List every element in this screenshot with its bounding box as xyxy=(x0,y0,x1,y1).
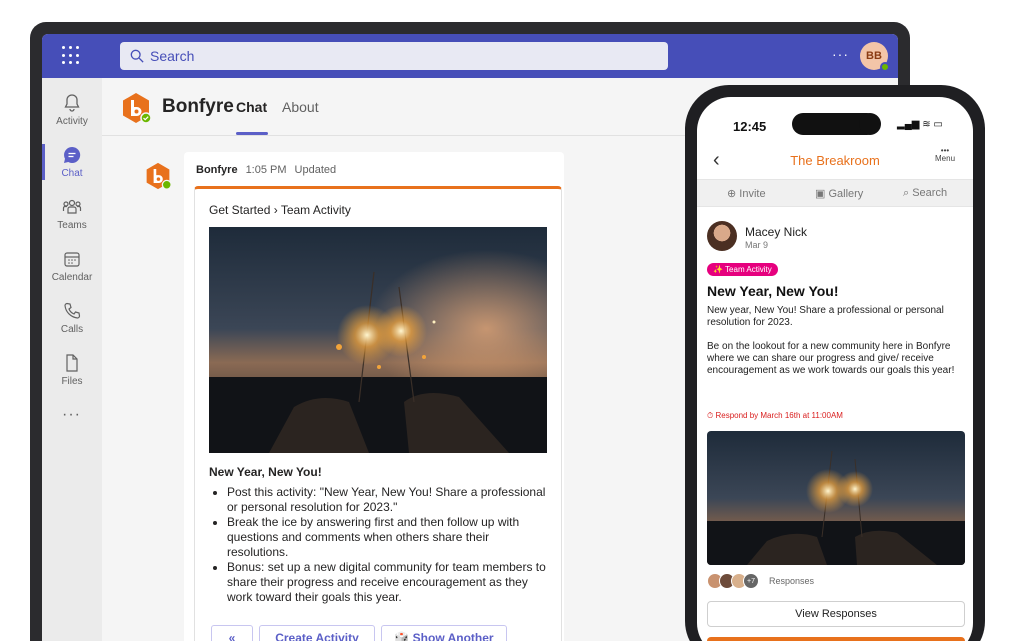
rail-item-calls[interactable]: Calls xyxy=(42,294,102,342)
message-status: Updated xyxy=(294,164,337,176)
rail-label-calendar: Calendar xyxy=(51,272,93,283)
community-subnav: ⊕ Invite ▣ Gallery ⌕ Search xyxy=(697,179,973,207)
show-another-button[interactable]: 🎲 Show Another xyxy=(381,625,507,641)
calendar-icon xyxy=(64,252,80,267)
message-time: 1:05 PM xyxy=(245,164,287,176)
responder-count: +7 xyxy=(743,573,759,589)
search-input[interactable]: Search xyxy=(120,42,668,70)
stage: Search ··· BB Activity Chat Teams Calend… xyxy=(0,0,1024,641)
menu-label: Menu xyxy=(935,154,956,163)
search-button[interactable]: ⌕ Search xyxy=(903,187,947,200)
active-tab-indicator xyxy=(236,132,268,135)
breadcrumb: Get Started › Team Activity xyxy=(209,203,351,217)
rail-label-activity: Activity xyxy=(56,116,88,127)
activity-title: New Year, New You! xyxy=(209,465,322,479)
more-apps-button[interactable]: ··· xyxy=(62,406,81,424)
respond-deadline: ⏱ Respond by March 16th at 11:00AM xyxy=(707,411,843,420)
user-initials: BB xyxy=(866,50,882,62)
bell-icon xyxy=(64,94,80,112)
left-rail: Activity Chat Teams Calendar Calls Files… xyxy=(42,78,102,641)
responders[interactable]: +7 Responses xyxy=(707,573,814,589)
file-icon xyxy=(66,354,78,372)
community-title: The Breakroom xyxy=(790,153,880,168)
user-avatar[interactable]: BB xyxy=(860,42,890,72)
create-activity-button[interactable]: Create Activity xyxy=(259,625,375,641)
post-paragraph: Be on the lookout for a new community he… xyxy=(707,341,955,376)
team-activity-tag: ✨ Team Activity xyxy=(707,263,778,276)
app-launcher-icon[interactable] xyxy=(62,46,82,66)
responses-label: Responses xyxy=(769,576,815,586)
bullet-item: Bonus: set up a new digital community fo… xyxy=(227,560,547,605)
invite-button[interactable]: ⊕ Invite xyxy=(727,187,766,200)
post-paragraph: New year, New You! Share a professional … xyxy=(707,305,944,328)
phone-frame: 12:45 ▂▄▆ ≋ ▭ ‹ The Breakroom ••• Menu ⊕… xyxy=(685,85,985,641)
rail-item-chat[interactable]: Chat xyxy=(42,138,102,186)
camera-icon xyxy=(859,113,881,135)
view-responses-button[interactable]: View Responses xyxy=(707,601,965,627)
teams-top-bar: Search ··· BB xyxy=(42,34,898,78)
chat-icon xyxy=(64,146,81,163)
rail-label-calls: Calls xyxy=(60,324,84,335)
status-time: 12:45 xyxy=(733,119,767,134)
rail-item-activity[interactable]: Activity xyxy=(42,86,102,134)
bonfyre-logo-icon xyxy=(123,93,152,124)
rail-label-teams: Teams xyxy=(57,220,87,231)
bullet-item: Break the ice by answering first and the… xyxy=(227,515,547,560)
rail-item-teams[interactable]: Teams xyxy=(42,190,102,238)
author-name[interactable]: Macey Nick xyxy=(745,225,807,239)
bullet-item: Post this activity: "New Year, New You! … xyxy=(227,485,547,515)
search-icon xyxy=(130,49,144,63)
rail-label-chat: Chat xyxy=(61,168,83,179)
search-placeholder: Search xyxy=(150,48,195,64)
status-icons: ▂▄▆ ≋ ▭ xyxy=(897,119,943,130)
sender-avatar-icon xyxy=(146,162,172,190)
gallery-button[interactable]: ▣ Gallery xyxy=(815,187,863,200)
sparklers-photo xyxy=(209,227,547,453)
back-button[interactable]: « xyxy=(211,625,253,641)
post-photo[interactable] xyxy=(707,431,965,565)
post-date: Mar 9 xyxy=(745,240,769,250)
chat-message: Bonfyre 1:05 PM Updated Get Started › Te… xyxy=(184,152,564,641)
rail-item-calendar[interactable]: Calendar xyxy=(42,242,102,290)
author-avatar[interactable] xyxy=(707,221,737,251)
message-meta: Bonfyre 1:05 PM Updated xyxy=(196,164,336,176)
respond-button[interactable] xyxy=(707,637,965,641)
menu-button[interactable]: ••• Menu xyxy=(935,147,955,163)
rail-item-files[interactable]: Files xyxy=(42,346,102,394)
tab-about[interactable]: About xyxy=(282,99,319,115)
more-options-button[interactable]: ··· xyxy=(832,46,849,62)
post-body: New year, New You! Share a professional … xyxy=(707,305,963,389)
teams-icon xyxy=(62,199,82,214)
phone-screen: 12:45 ▂▄▆ ≋ ▭ ‹ The Breakroom ••• Menu ⊕… xyxy=(697,97,973,641)
adaptive-card: Get Started › Team Activity New Year, Ne… xyxy=(194,186,562,641)
rail-label-files: Files xyxy=(61,376,83,387)
tab-chat[interactable]: Chat xyxy=(236,99,267,115)
post-title: New Year, New You! xyxy=(707,283,839,299)
app-name: Bonfyre xyxy=(162,96,234,117)
presence-available-icon xyxy=(880,62,890,72)
message-sender: Bonfyre xyxy=(196,164,238,176)
activity-bullets: Post this activity: "New Year, New You! … xyxy=(227,485,547,605)
phone-icon xyxy=(64,302,81,319)
